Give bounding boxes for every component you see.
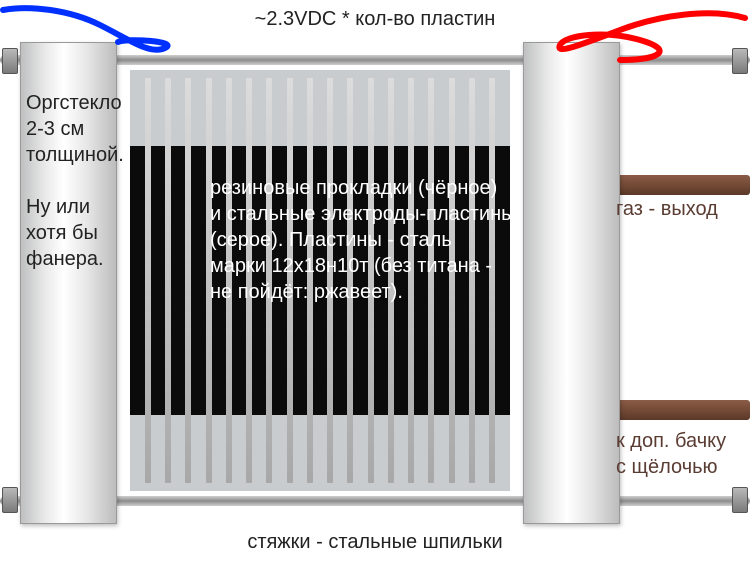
text-line: резиновые прокладки (чёрное): [210, 177, 497, 199]
text-line: и стальные электроды-пластины: [210, 203, 516, 225]
nut-top-left: [2, 48, 18, 74]
text-line: хотя бы: [26, 222, 98, 244]
nut-top-right: [732, 48, 748, 74]
text-line: Ну или: [26, 196, 90, 218]
nut-bottom-left: [2, 487, 18, 513]
voltage-label: ~2.3VDC * кол-во пластин: [0, 6, 750, 32]
gas-outlet-label: газ - выход: [616, 196, 746, 222]
end-plate-material-label: Оргстекло 2-3 см толщиной. Ну или хотя б…: [26, 90, 146, 272]
electrolyzer-diagram: ~2.3VDC * кол-во пластин стяжки - стальн…: [0, 0, 750, 561]
electrode-plate: [185, 78, 191, 483]
gas-outlet-pipe: [615, 175, 750, 195]
text-line: с щёлочью: [616, 456, 718, 478]
text-line: 2-3 см: [26, 118, 84, 140]
text-line: Оргстекло: [26, 92, 122, 114]
text-line: не пойдёт: ржавеет).: [210, 281, 403, 303]
tie-rod-label: стяжки - стальные шпильки: [0, 529, 750, 555]
nut-bottom-right: [732, 487, 748, 513]
end-plate-right: [523, 42, 620, 524]
core-description-label: резиновые прокладки (чёрное) и стальные …: [210, 175, 525, 305]
text-line: к доп. бачку: [616, 430, 726, 452]
electrolyte-tank-label: к доп. бачку с щёлочью: [616, 428, 746, 480]
text-line: фанера.: [26, 248, 104, 270]
electrolyte-pipe: [615, 400, 750, 420]
electrode-plate: [165, 78, 171, 483]
text-line: (серое). Пластины - сталь: [210, 229, 452, 251]
text-line: марки 12х18н10т (без титана -: [210, 255, 492, 277]
text-line: толщиной.: [26, 144, 124, 166]
